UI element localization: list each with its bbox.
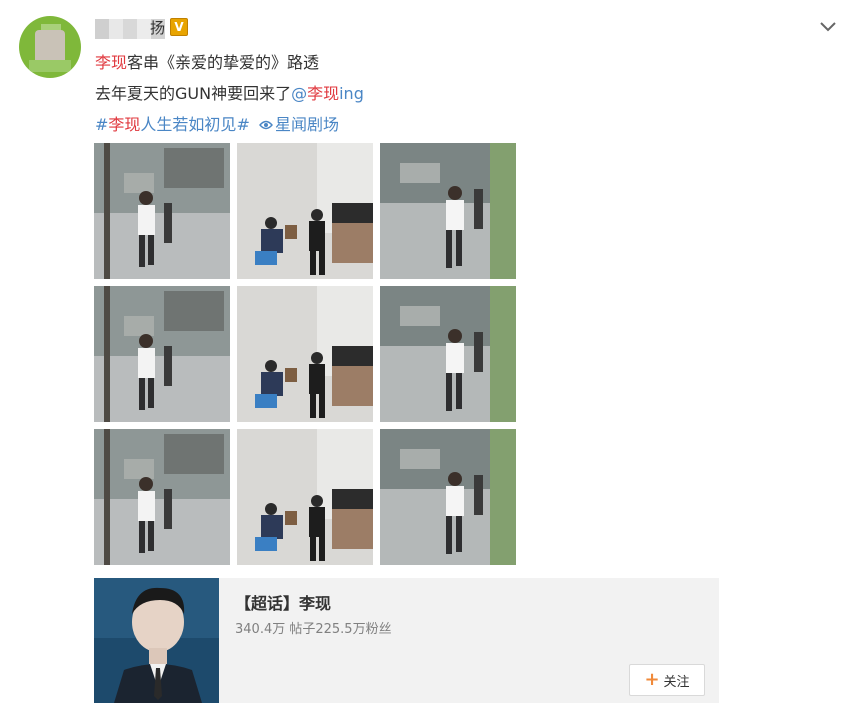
- user-avatar[interactable]: [19, 16, 81, 78]
- post-text: 客串《亲爱的挚爱的》路透: [127, 53, 320, 72]
- post-text-line-2: 去年夏天的GUN神要回来了@李现ing: [95, 80, 364, 104]
- supertopic-card[interactable]: 【超话】李现 340.4万 帖子225.5万粉丝 + 关注: [94, 578, 719, 703]
- verified-badge-icon: V: [170, 18, 188, 36]
- supertopic-cover-image: [94, 578, 219, 703]
- post-text-line-1: 李现客串《亲爱的挚爱的》路透: [95, 49, 319, 73]
- follow-label: 关注: [663, 674, 690, 690]
- follow-button[interactable]: + 关注: [629, 664, 705, 696]
- plus-icon: +: [644, 669, 660, 690]
- hashtag-open[interactable]: #: [95, 115, 108, 134]
- supertopic-stats: 340.4万 帖子225.5万粉丝: [235, 622, 392, 637]
- hashtag-close[interactable]: #: [236, 115, 249, 134]
- photo-thumbnail[interactable]: [237, 429, 373, 565]
- location-link[interactable]: 星闻剧场: [275, 115, 339, 134]
- mention-link[interactable]: 李现: [95, 53, 127, 72]
- username-tail[interactable]: 扬: [150, 17, 165, 38]
- photo-thumbnail[interactable]: [94, 286, 230, 422]
- photo-thumbnail[interactable]: [380, 143, 516, 279]
- photo-thumbnail[interactable]: [94, 143, 230, 279]
- photo-thumbnail[interactable]: [380, 429, 516, 565]
- location-pin-icon: [259, 120, 273, 130]
- mention-link[interactable]: 李现: [307, 84, 339, 103]
- hashtag-mention[interactable]: 李现: [108, 115, 140, 134]
- photo-thumbnail[interactable]: [237, 143, 373, 279]
- photo-thumbnail[interactable]: [380, 286, 516, 422]
- chevron-down-icon[interactable]: [818, 16, 838, 36]
- mention-suffix: ing: [339, 84, 364, 103]
- hashtag-text[interactable]: 人生若如初见: [140, 115, 236, 134]
- supertopic-title[interactable]: 【超话】李现: [235, 590, 331, 614]
- post-text-line-3: #李现人生若如初见# 星闻剧场: [95, 111, 339, 135]
- photo-thumbnail[interactable]: [94, 429, 230, 565]
- post-text: 去年夏天的GUN神要回来了: [95, 84, 292, 103]
- photo-thumbnail[interactable]: [237, 286, 373, 422]
- at-symbol[interactable]: @: [291, 84, 307, 103]
- photo-grid: [94, 143, 516, 565]
